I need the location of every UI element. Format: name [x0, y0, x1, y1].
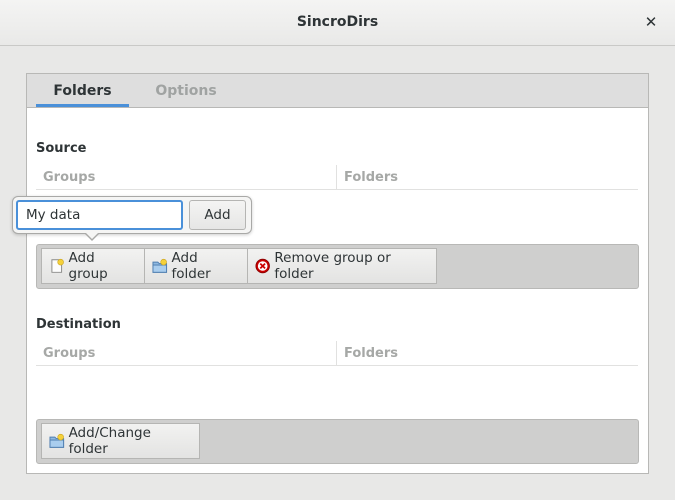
- popover-add-button[interactable]: Add: [189, 200, 246, 230]
- add-group-button[interactable]: Add group: [41, 248, 145, 284]
- notebook: Folders Options Source Groups Folders Ad…: [26, 73, 649, 474]
- destination-label: Destination: [36, 317, 121, 332]
- popover-arrow-fill: [85, 232, 99, 239]
- window-title: SincroDirs: [296, 14, 379, 30]
- destination-toolbar: Add/Change folder: [36, 419, 639, 464]
- new-folder-icon: [152, 258, 168, 273]
- add-group-popover: My data Add: [12, 196, 252, 241]
- remove-icon: [255, 258, 270, 274]
- destination-groups-column-header[interactable]: Groups: [36, 341, 337, 366]
- remove-group-or-folder-button[interactable]: Remove group or folder: [247, 248, 437, 284]
- add-folder-label: Add folder: [171, 250, 211, 282]
- group-name-input[interactable]: My data: [16, 200, 183, 230]
- tab-folders[interactable]: Folders: [36, 74, 129, 107]
- remove-group-or-folder-label: Remove group or folder: [274, 250, 391, 282]
- destination-folders-column-header[interactable]: Folders: [337, 341, 638, 366]
- add-folder-button[interactable]: Add folder: [144, 248, 248, 284]
- tab-options[interactable]: Options: [143, 74, 229, 107]
- source-folders-column-header[interactable]: Folders: [337, 165, 638, 190]
- source-label: Source: [36, 141, 87, 156]
- add-change-folder-button[interactable]: Add/Change folder: [41, 423, 200, 459]
- close-icon[interactable]: ✕: [643, 12, 659, 32]
- title-bar: SincroDirs ✕: [0, 0, 675, 46]
- new-document-icon: [51, 258, 64, 273]
- add-change-folder-label: Add/Change folder: [68, 425, 151, 457]
- new-folder-icon: [49, 433, 65, 448]
- tab-bar: Folders Options: [27, 74, 648, 108]
- source-groups-column-header[interactable]: Groups: [36, 165, 337, 190]
- source-toolbar: Add group Add folder Remove group or fol…: [36, 244, 639, 289]
- add-group-label: Add group: [68, 250, 108, 282]
